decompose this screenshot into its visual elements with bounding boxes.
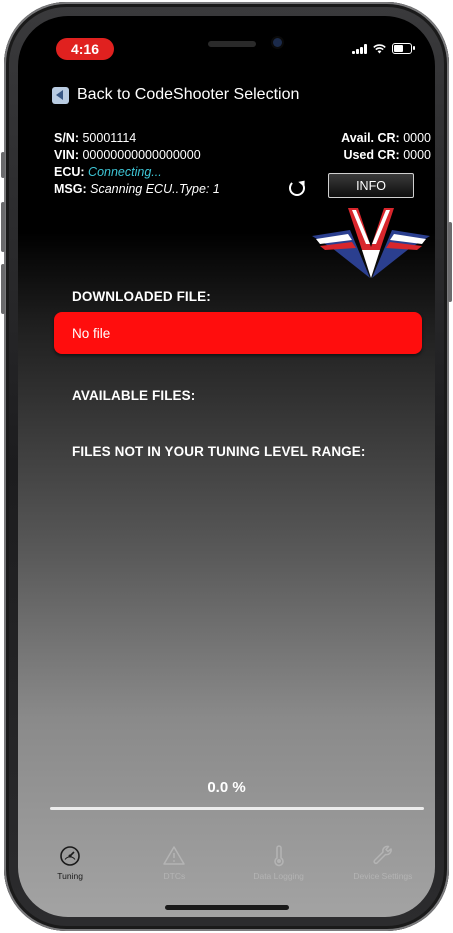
avail-credits-row: Avail. CR: 0000 xyxy=(341,131,431,145)
used-credits-value: 0000 xyxy=(403,148,431,162)
status-time[interactable]: 4:16 xyxy=(56,38,114,60)
wrench-icon xyxy=(373,845,392,865)
serial-number-value: 50001114 xyxy=(82,131,137,145)
refresh-icon[interactable] xyxy=(289,180,305,196)
battery-icon xyxy=(392,43,415,54)
tab-device-settings[interactable]: Device Settings xyxy=(331,844,435,894)
speaker-grille xyxy=(208,41,256,47)
wifi-icon xyxy=(373,43,386,53)
tab-data-logging[interactable]: Data Logging xyxy=(227,844,331,894)
avail-credits-value: 0000 xyxy=(403,131,431,145)
device-info-left: S/N: 50001114 VIN: 00000000000000000 ECU… xyxy=(54,130,220,198)
info-button[interactable]: INFO xyxy=(328,173,414,198)
phone-frame: 4:16 Back to CodeShooter Selection S/N: … xyxy=(1,2,452,931)
tab-tuning[interactable]: Tuning xyxy=(18,844,122,894)
downloaded-file-bar[interactable]: No file xyxy=(54,312,422,354)
msg-value: Scanning ECU..Type: 1 xyxy=(90,182,220,196)
used-credits-row: Used CR: 0000 xyxy=(343,148,431,162)
volume-down-button xyxy=(1,264,5,314)
back-to-codeshooter-button[interactable]: Back to CodeShooter Selection xyxy=(52,86,299,104)
vin-row: VIN: 00000000000000000 xyxy=(54,148,201,162)
credits-info: Avail. CR: 0000 Used CR: 0000 xyxy=(341,130,431,164)
ecu-row: ECU: Connecting... xyxy=(54,165,162,179)
mute-switch xyxy=(1,152,5,178)
serial-number-row: S/N: 50001114 xyxy=(54,131,137,145)
ecu-status: Connecting... xyxy=(88,165,162,179)
downloaded-file-value: No file xyxy=(72,325,111,341)
back-label: Back to CodeShooter Selection xyxy=(77,86,300,103)
volume-up-button xyxy=(1,202,5,252)
msg-row: MSG: Scanning ECU..Type: 1 xyxy=(54,182,220,196)
power-button xyxy=(448,222,452,302)
tab-bar: Tuning DTCs Data Logging Device Settings xyxy=(18,844,435,894)
thermometer-icon xyxy=(273,845,284,867)
home-indicator[interactable] xyxy=(165,905,289,910)
screen: 4:16 Back to CodeShooter Selection S/N: … xyxy=(18,16,435,917)
gauge-icon xyxy=(60,846,80,866)
camera-icon xyxy=(273,38,282,47)
progress-bar xyxy=(50,807,424,810)
available-files-label: AVAILABLE FILES: xyxy=(72,388,196,403)
downloaded-file-label: DOWNLOADED FILE: xyxy=(72,289,211,304)
vin-value: 00000000000000000 xyxy=(82,148,201,162)
status-bar: 4:16 xyxy=(18,16,435,66)
signal-icon xyxy=(352,43,367,54)
progress-percent: 0.0 % xyxy=(207,779,246,796)
brand-logo xyxy=(312,208,430,278)
back-arrow-icon xyxy=(52,86,69,104)
out-of-range-files-label: FILES NOT IN YOUR TUNING LEVEL RANGE: xyxy=(72,444,366,459)
status-icons xyxy=(352,43,415,54)
warning-icon xyxy=(163,846,186,865)
tab-dtcs[interactable]: DTCs xyxy=(122,844,226,894)
